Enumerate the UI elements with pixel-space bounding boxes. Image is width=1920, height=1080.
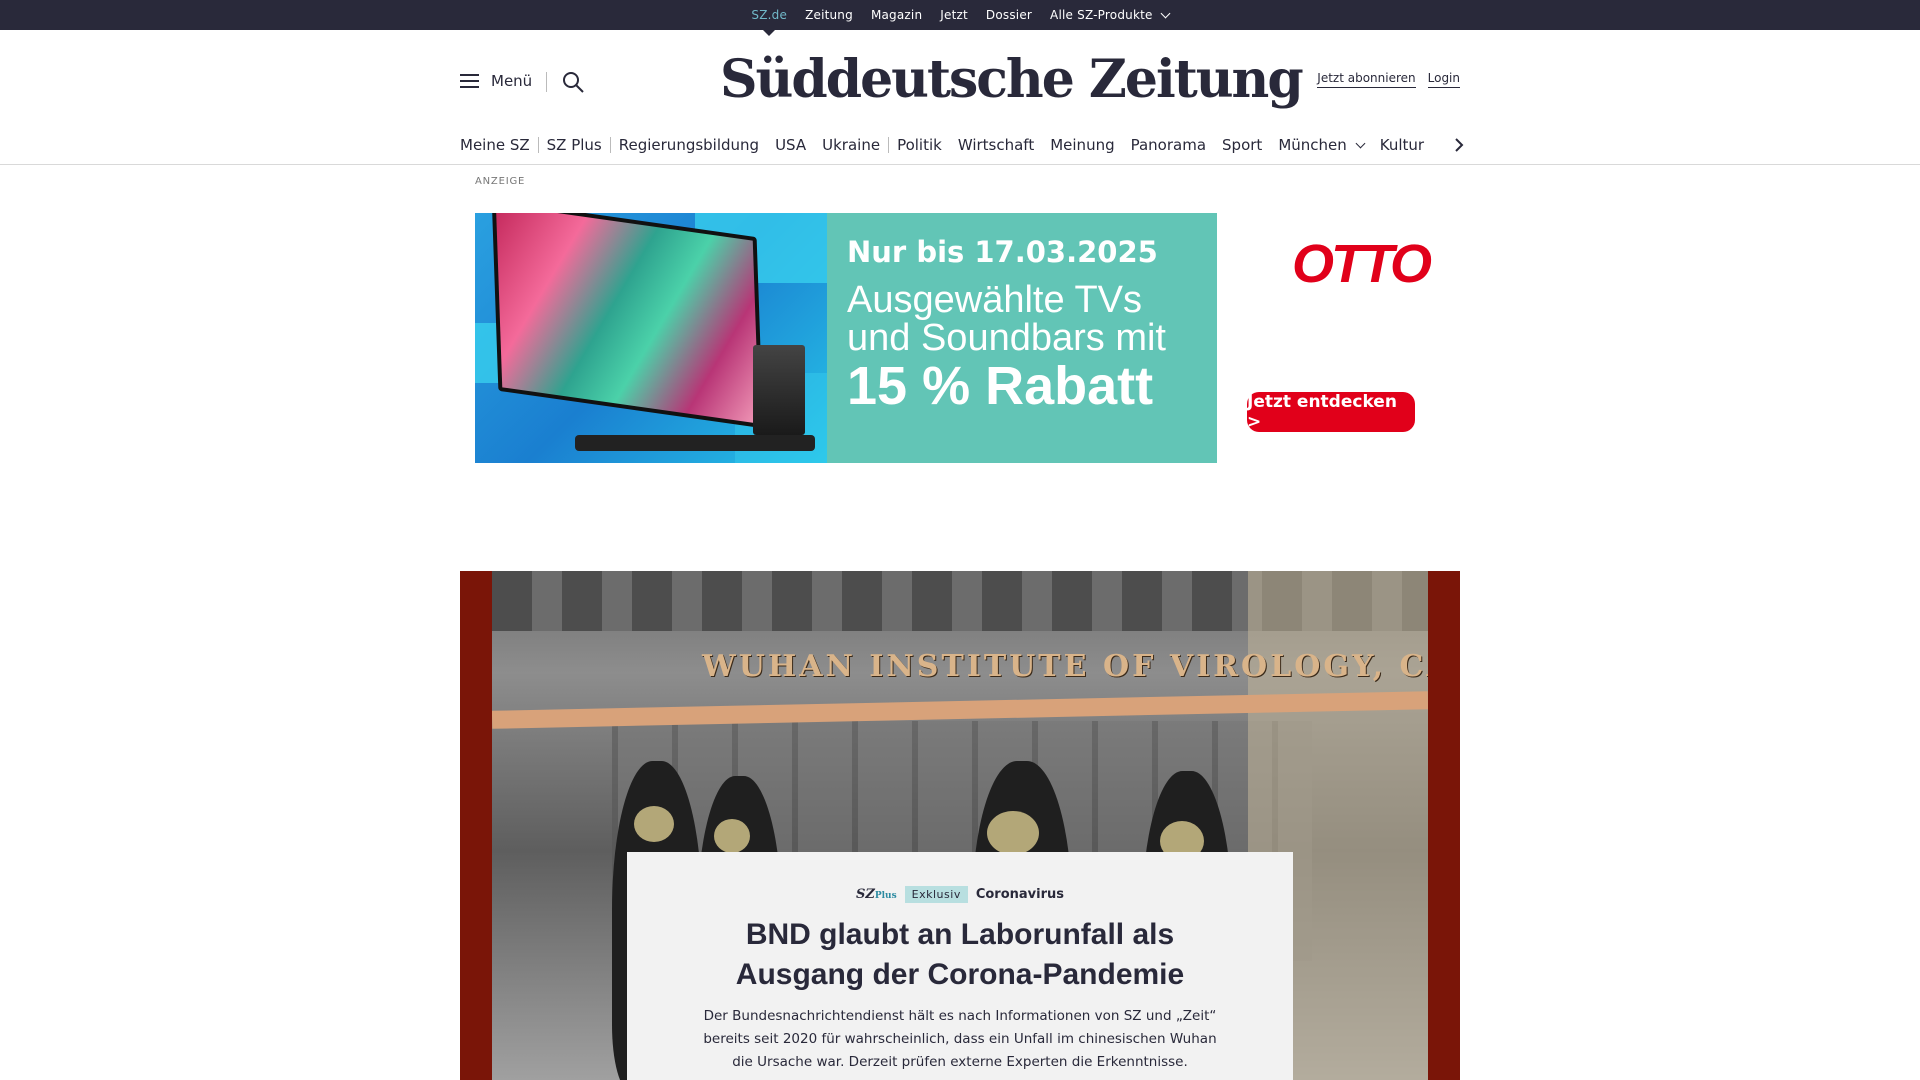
nav-item-muenchen-label: München [1278, 136, 1347, 154]
header-divider [546, 72, 547, 92]
article-headline[interactable]: BND glaubt an Laborunfall als Ausgang de… [680, 915, 1240, 995]
ad-cta-button[interactable]: Jetzt entdecken > [1247, 392, 1415, 432]
subscribe-link[interactable]: Jetzt abonnieren [1317, 71, 1416, 88]
chevron-down-icon [1355, 138, 1366, 148]
site-header: Menü Süddeutsche Zeitung Jetzt abonniere… [0, 30, 1920, 165]
search-icon[interactable] [561, 70, 585, 94]
ad-line-1: Ausgewählte TVs [847, 279, 1143, 321]
ad-line-2: und Soundbars mit [847, 317, 1166, 359]
topbar-products-label: Alle SZ-Produkte [1050, 8, 1153, 22]
topbar-link-zeitung[interactable]: Zeitung [796, 0, 862, 30]
ad-label: ANZEIGE [475, 176, 526, 187]
nav-item-meinung[interactable]: Meinung [1042, 136, 1122, 154]
chevron-down-icon [1160, 8, 1171, 18]
nav-item-meine-sz[interactable]: Meine SZ [460, 136, 538, 154]
ad-offer-panel: Nur bis 17.03.2025 Ausgewählte TVs und S… [827, 213, 1217, 463]
nav-item-muenchen[interactable]: München [1270, 136, 1371, 154]
menu-label: Menü [491, 72, 533, 90]
hero-image-sign: WUHAN INSTITUTE OF VIROLOGY, CAS [702, 649, 1428, 684]
menu-button[interactable]: Menü [460, 72, 532, 90]
ad-brand-panel: OTTO Jetzt entdecken > [1217, 213, 1450, 463]
hero-article[interactable]: WUHAN INSTITUTE OF VIROLOGY, CAS SZPlus … [460, 571, 1460, 1080]
nav-item-kultur[interactable]: Kultur [1372, 136, 1432, 154]
top-product-bar: SZ.de Zeitung Magazin Jetzt Dossier Alle… [0, 0, 1920, 36]
topbar-link-magazin[interactable]: Magazin [862, 0, 931, 30]
nav-item-panorama[interactable]: Panorama [1123, 136, 1214, 154]
exclusive-badge: Exklusiv [904, 886, 968, 903]
chevron-right-icon[interactable] [1450, 136, 1468, 154]
ad-discount: 15 % Rabatt [847, 356, 1154, 416]
sz-plus-logo: SZPlus [856, 887, 897, 902]
nav-item-wirtschaft[interactable]: Wirtschaft [950, 136, 1042, 154]
article-lead: Der Bundesnachrichtendienst hält es nach… [703, 1008, 1217, 1070]
nav-item-usa[interactable]: USA [767, 136, 814, 154]
sz-plus-suffix: Plus [874, 891, 897, 901]
article-kicker: SZPlus Exklusiv Coronavirus [627, 886, 1293, 903]
login-link[interactable]: Login [1427, 71, 1460, 88]
site-logo[interactable]: Süddeutsche Zeitung [720, 45, 1304, 115]
nav-item-ukraine[interactable]: Ukraine [814, 136, 888, 154]
article-topic: Coronavirus [975, 887, 1065, 902]
nav-item-sz-plus[interactable]: SZ Plus [539, 136, 610, 154]
ad-product-image [475, 213, 827, 463]
soundbar-image [575, 435, 815, 451]
nav-item-regierungsbildung[interactable]: Regierungsbildung [611, 136, 767, 154]
advertisement-banner[interactable]: Nur bis 17.03.2025 Ausgewählte TVs und S… [475, 213, 1450, 463]
account-links: Jetzt abonnieren Login [1317, 71, 1460, 88]
nav-item-sport[interactable]: Sport [1214, 136, 1270, 154]
topbar-link-sz-de[interactable]: SZ.de [742, 0, 796, 36]
speaker-image [753, 345, 805, 435]
otto-logo: OTTO [1292, 234, 1432, 294]
ad-date: Nur bis 17.03.2025 [847, 235, 1158, 269]
hamburger-icon [460, 74, 479, 88]
topbar-link-jetzt[interactable]: Jetzt [931, 0, 977, 30]
article-teaser[interactable]: SZPlus Exklusiv Coronavirus BND glaubt a… [627, 852, 1293, 1080]
tv-image [491, 213, 764, 429]
topbar-products-dropdown[interactable]: Alle SZ-Produkte [1041, 0, 1178, 30]
main-navigation: Meine SZ SZ Plus Regierungsbildung USA U… [460, 130, 1460, 160]
sz-plus-brand: SZ [855, 887, 875, 902]
topbar-link-dossier[interactable]: Dossier [977, 0, 1041, 30]
nav-item-politik[interactable]: Politik [889, 136, 950, 154]
